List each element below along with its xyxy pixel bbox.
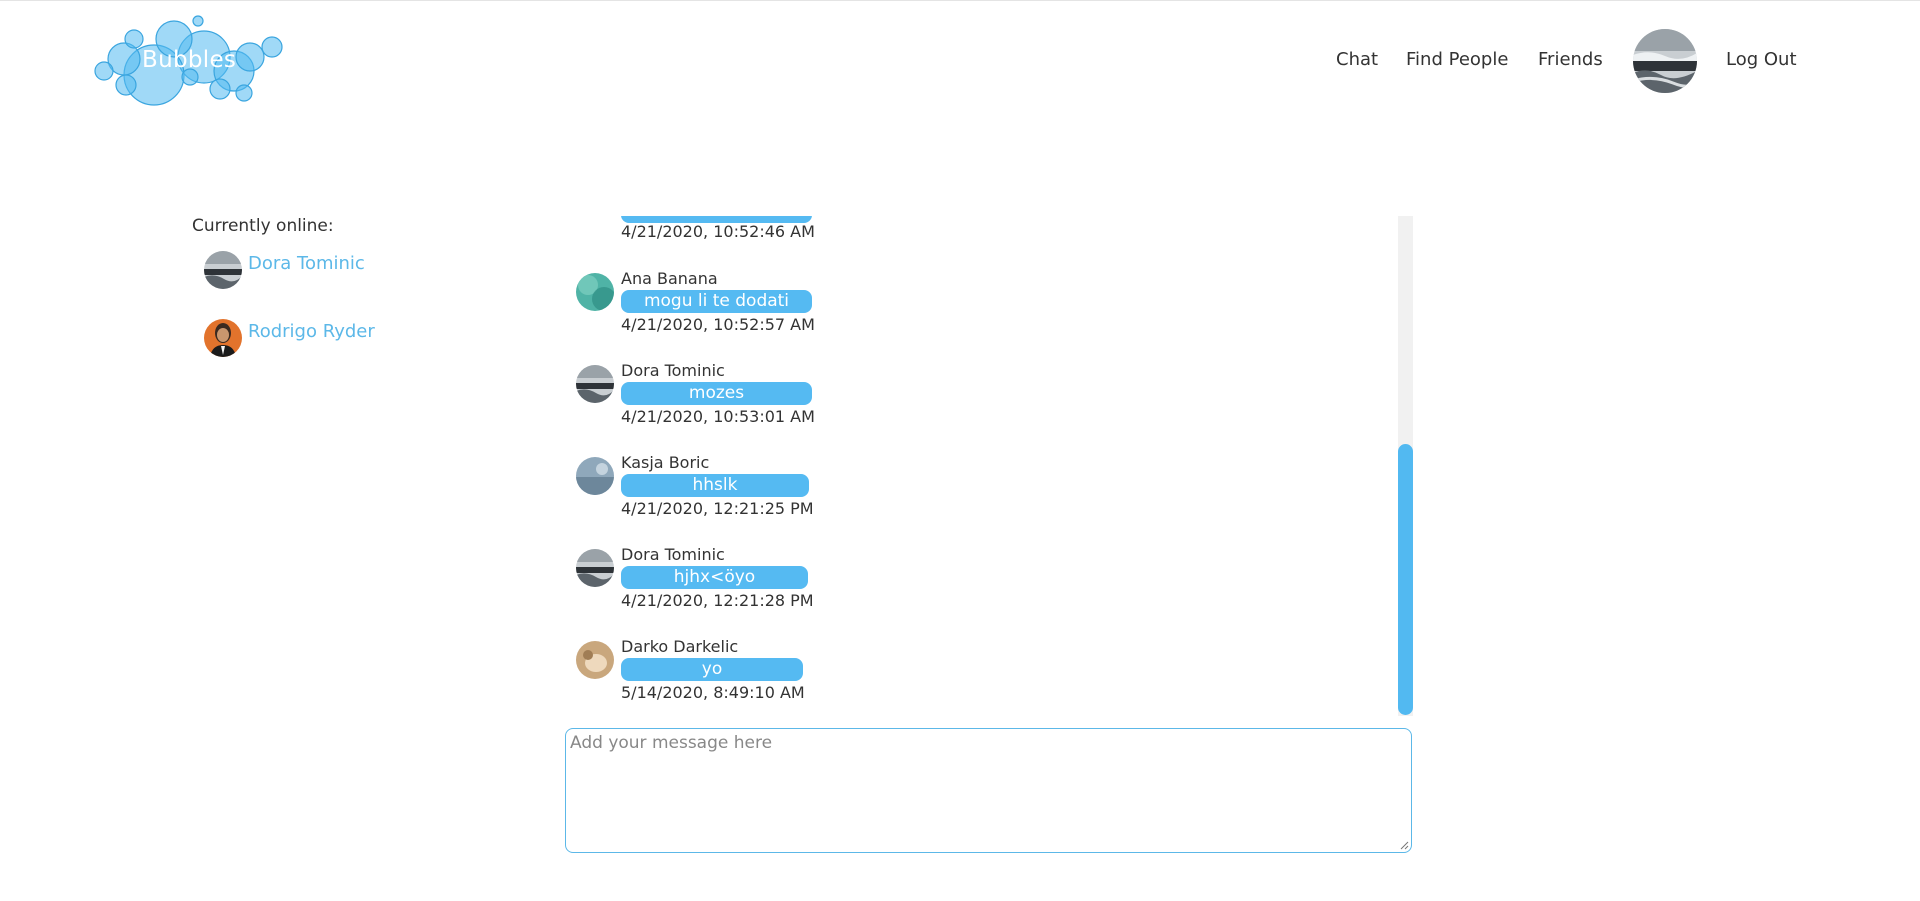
- message-bubble: mogu li te dodati: [621, 290, 812, 313]
- message-timestamp: 4/21/2020, 10:52:46 AM: [621, 222, 815, 241]
- scrollbar-thumb[interactable]: [1398, 444, 1413, 715]
- nav-chat-label: Chat: [1336, 49, 1379, 70]
- message-bubble: hhslk: [621, 474, 809, 497]
- message-timestamp: 4/21/2020, 12:21:25 PM: [621, 499, 814, 518]
- message-timestamp: 4/21/2020, 12:21:28 PM: [621, 591, 814, 610]
- man-portrait-avatar-icon: [204, 319, 242, 357]
- online-user-name[interactable]: Rodrigo Ryder: [248, 321, 375, 342]
- message-input[interactable]: [565, 728, 1412, 853]
- brand-logo[interactable]: Bubbles: [94, 13, 286, 109]
- nav-find-people[interactable]: Find People: [1406, 49, 1509, 71]
- chat-message: Kasja Boric hhslk 4/21/2020, 12:21:25 PM: [576, 453, 836, 533]
- chat-message: Ana Banana mogu li te dodati 4/21/2020, …: [576, 269, 836, 349]
- stormy-sea-avatar-icon: [204, 251, 242, 289]
- chat-message: Dora Tominic hjhx<öyo 4/21/2020, 12:21:2…: [576, 545, 836, 625]
- resize-grip-icon[interactable]: [1399, 840, 1409, 850]
- message-author: Dora Tominic: [621, 361, 725, 380]
- nav-friends-label: Friends: [1538, 49, 1603, 70]
- message-author: Kasja Boric: [621, 453, 710, 472]
- nav-log-out-label: Log Out: [1726, 49, 1797, 70]
- online-title: Currently online:: [192, 216, 334, 236]
- nav-friends[interactable]: Friends: [1538, 49, 1603, 71]
- message-bubble: mozes: [621, 382, 812, 405]
- stormy-sea-avatar-icon: [1633, 29, 1697, 93]
- beige-animal-avatar-icon: [576, 641, 614, 679]
- message-bubble: yo: [621, 658, 803, 681]
- message-timestamp: 4/21/2020, 10:53:01 AM: [621, 407, 815, 426]
- nav-log-out[interactable]: Log Out: [1726, 49, 1797, 71]
- chat-scrollbar[interactable]: [1398, 216, 1413, 716]
- message-author: Dora Tominic: [621, 545, 725, 564]
- stormy-sea-avatar-icon: [576, 365, 614, 403]
- green-water-avatar-icon: [576, 273, 614, 311]
- chat-messages[interactable]: 4/21/2020, 10:52:46 AM Ana Banana mogu l…: [564, 216, 1413, 716]
- message-bubble: hjhx<öyo: [621, 566, 808, 589]
- message-timestamp: 5/14/2020, 8:49:10 AM: [621, 683, 805, 702]
- online-user-name[interactable]: Dora Tominic: [248, 253, 365, 274]
- stormy-sea-avatar-icon: [576, 549, 614, 587]
- message-author: Ana Banana: [621, 269, 718, 288]
- profile-avatar[interactable]: [1633, 29, 1697, 93]
- brand-name: Bubbles: [142, 47, 237, 73]
- message-timestamp: 4/21/2020, 10:52:57 AM: [621, 315, 815, 334]
- chat-message: Darko Darkelic yo 5/14/2020, 8:49:10 AM: [576, 637, 836, 716]
- nav-find-people-label: Find People: [1406, 49, 1509, 70]
- blue-sky-avatar-icon: [576, 457, 614, 495]
- message-author: Darko Darkelic: [621, 637, 739, 656]
- chat-message: Dora Tominic mozes 4/21/2020, 10:53:01 A…: [576, 361, 836, 441]
- nav-chat[interactable]: Chat: [1336, 49, 1379, 71]
